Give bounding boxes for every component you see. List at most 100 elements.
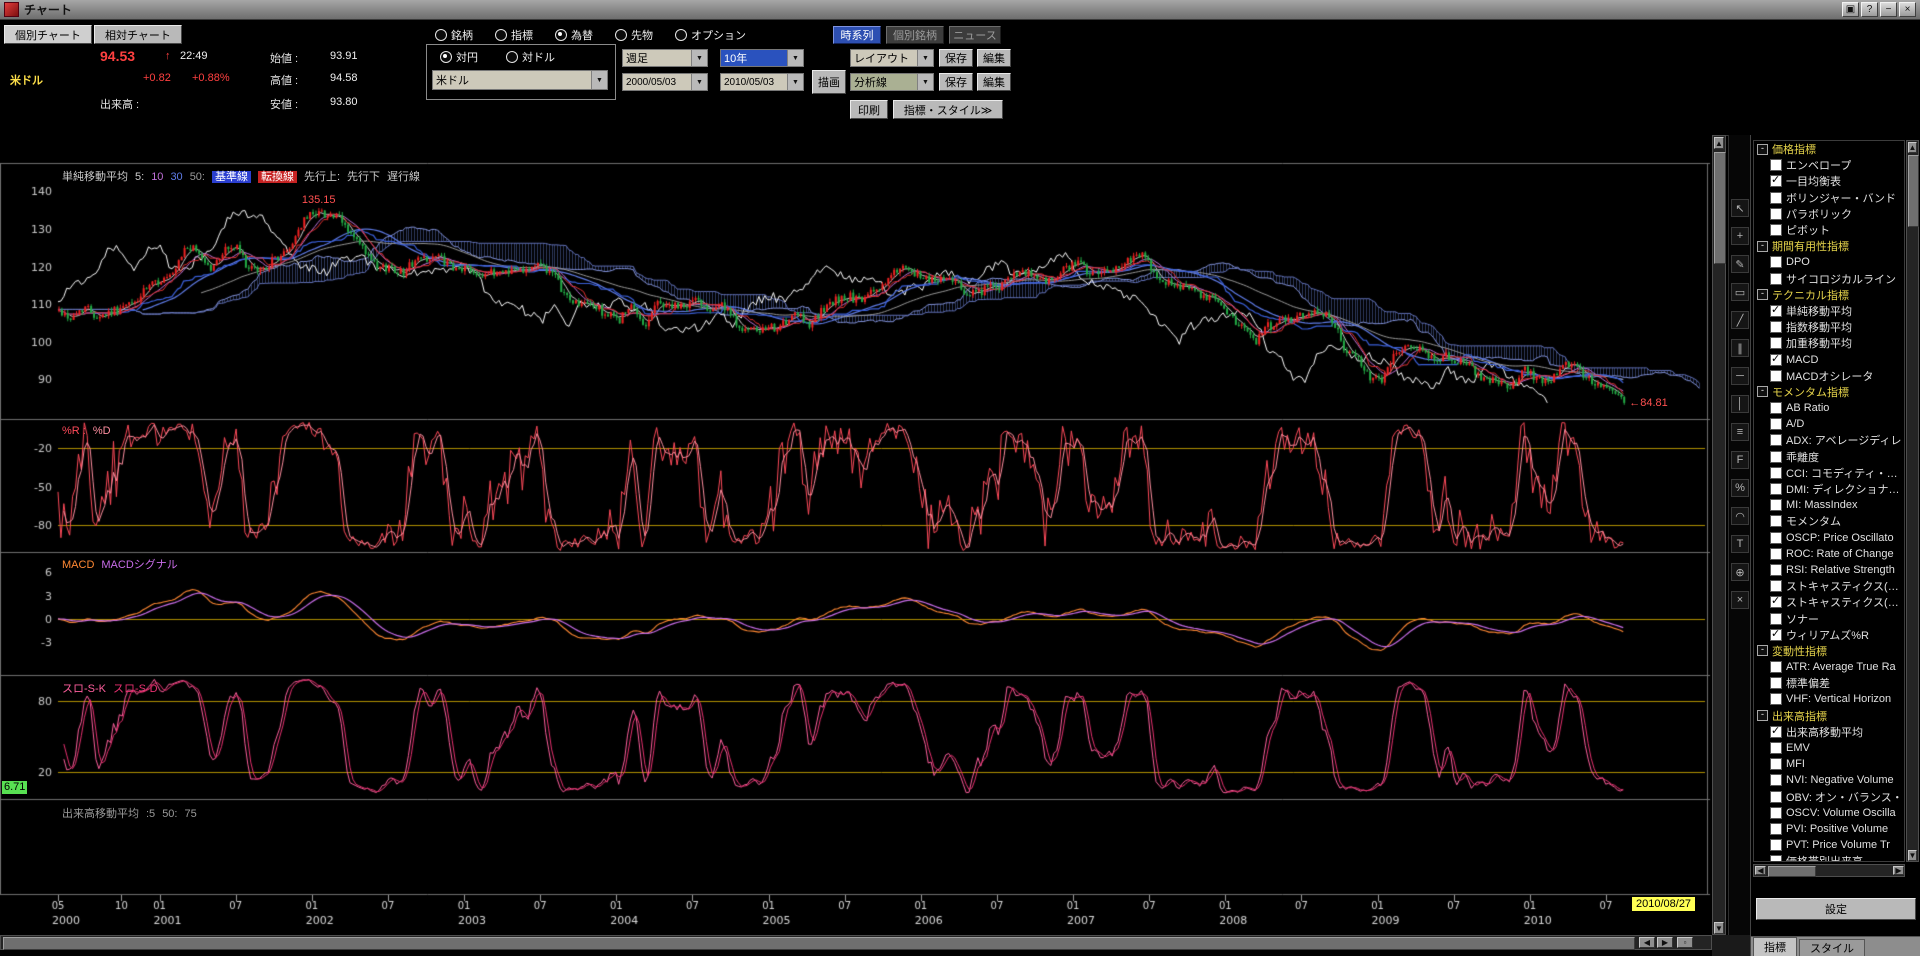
indicator-item-row[interactable]: ATR: Average True Ra bbox=[1754, 659, 1904, 675]
collapse-icon[interactable]: - bbox=[1757, 386, 1768, 397]
indicator-item-row[interactable]: VHF: Vertical Horizon bbox=[1754, 691, 1904, 707]
checkbox-checked-icon[interactable] bbox=[1770, 726, 1782, 738]
indicator-item-row[interactable]: OSCV: Volume Oscilla bbox=[1754, 805, 1904, 821]
checkbox-icon[interactable] bbox=[1770, 337, 1782, 349]
analysis-save-button[interactable]: 保存 bbox=[939, 73, 973, 91]
radio-pair-対円[interactable]: 対円 bbox=[440, 49, 478, 65]
symbol-select[interactable]: 米ドル ▼ bbox=[432, 70, 608, 90]
indicator-style-button[interactable]: 指標・スタイル≫ bbox=[893, 100, 1003, 119]
indicator-item-row[interactable]: 出来高移動平均 bbox=[1754, 724, 1904, 740]
scroll-left-button[interactable]: ◀ bbox=[1639, 937, 1655, 948]
indicator-item-row[interactable]: OBV: オン・バランス・ bbox=[1754, 789, 1904, 805]
checkbox-checked-icon[interactable] bbox=[1770, 596, 1782, 608]
indicator-group-row[interactable]: -出来高指標 bbox=[1754, 708, 1904, 724]
indicator-item-row[interactable]: 指数移動平均 bbox=[1754, 319, 1904, 335]
radio-asset-オプション[interactable]: オプション bbox=[675, 27, 746, 43]
scroll-right-button[interactable]: ▶ bbox=[1657, 937, 1673, 948]
date-from-select[interactable]: 2000/05/03 ▼ bbox=[622, 73, 708, 91]
checkbox-icon[interactable] bbox=[1770, 273, 1782, 285]
checkbox-icon[interactable] bbox=[1770, 693, 1782, 705]
checkbox-icon[interactable] bbox=[1770, 402, 1782, 414]
checkbox-icon[interactable] bbox=[1770, 742, 1782, 754]
parallel-lines-tool[interactable]: ∥ bbox=[1731, 339, 1749, 357]
text-tool[interactable]: T bbox=[1731, 535, 1749, 553]
help-button[interactable]: ? bbox=[1861, 2, 1878, 17]
indicator-item-row[interactable]: ソナー bbox=[1754, 610, 1904, 626]
chevron-down-icon[interactable]: ▼ bbox=[591, 71, 607, 89]
crosshair-tool[interactable]: + bbox=[1731, 227, 1749, 245]
indicator-item-row[interactable]: MACDオシレータ bbox=[1754, 368, 1904, 384]
checkbox-icon[interactable] bbox=[1770, 499, 1782, 511]
radio-asset-銘柄[interactable]: 銘柄 bbox=[435, 27, 473, 43]
indicator-item-row[interactable]: DPO bbox=[1754, 254, 1904, 270]
draw-button[interactable]: 描画 bbox=[812, 70, 846, 94]
checkbox-checked-icon[interactable] bbox=[1770, 354, 1782, 366]
indicator-item-row[interactable]: MACD bbox=[1754, 351, 1904, 367]
print-button[interactable]: 印刷 bbox=[850, 100, 888, 119]
collapse-icon[interactable]: - bbox=[1757, 241, 1768, 252]
indicator-group-row[interactable]: -モメンタム指標 bbox=[1754, 384, 1904, 400]
settings-button[interactable]: 設定 bbox=[1756, 898, 1916, 920]
period-select[interactable]: 週足 ▼ bbox=[622, 49, 708, 67]
indicator-item-row[interactable]: 標準偏差 bbox=[1754, 675, 1904, 691]
chart-horizontal-scrollbar[interactable]: ◀ ▶ ▫ bbox=[0, 935, 1712, 950]
trendline-tool[interactable]: ╱ bbox=[1731, 311, 1749, 329]
indicator-item-row[interactable]: 乖離度 bbox=[1754, 449, 1904, 465]
indicator-item-row[interactable]: MI: MassIndex bbox=[1754, 497, 1904, 513]
checkbox-checked-icon[interactable] bbox=[1770, 629, 1782, 641]
indicator-item-row[interactable]: サイコロジカルライン bbox=[1754, 271, 1904, 287]
pencil-tool[interactable]: ✎ bbox=[1731, 255, 1749, 273]
checkbox-icon[interactable] bbox=[1770, 823, 1782, 835]
tab-individual-chart[interactable]: 個別チャート bbox=[4, 25, 92, 44]
radio-pair-対ドル[interactable]: 対ドル bbox=[506, 49, 555, 65]
indicator-group-row[interactable]: -価格指標 bbox=[1754, 141, 1904, 157]
indicator-item-row[interactable]: A/D bbox=[1754, 416, 1904, 432]
indicator-item-row[interactable]: 加重移動平均 bbox=[1754, 335, 1904, 351]
list-scroll-left-button[interactable]: ◀ bbox=[1755, 866, 1766, 875]
individual-stock-button[interactable]: 個別銘柄 bbox=[886, 26, 944, 44]
checkbox-icon[interactable] bbox=[1770, 548, 1782, 560]
checkbox-icon[interactable] bbox=[1770, 791, 1782, 803]
checkbox-icon[interactable] bbox=[1770, 855, 1782, 862]
list-scroll-down-button[interactable]: ▼ bbox=[1908, 850, 1917, 861]
indicator-group-row[interactable]: -変動性指標 bbox=[1754, 643, 1904, 659]
percent-tool[interactable]: % bbox=[1731, 479, 1749, 497]
checkbox-icon[interactable] bbox=[1770, 515, 1782, 527]
indicator-item-row[interactable]: 単純移動平均 bbox=[1754, 303, 1904, 319]
indicator-item-row[interactable]: ウィリアムズ%R bbox=[1754, 627, 1904, 643]
indicator-item-row[interactable]: パラボリック bbox=[1754, 206, 1904, 222]
layout-save-button[interactable]: 保存 bbox=[939, 49, 973, 67]
list-scroll-right-button[interactable]: ▶ bbox=[1893, 866, 1904, 875]
scroll-down-button[interactable]: ▼ bbox=[1714, 922, 1724, 934]
chevron-down-icon[interactable]: ▼ bbox=[691, 74, 707, 90]
date-to-select[interactable]: 2010/05/03 ▼ bbox=[720, 73, 804, 91]
checkbox-icon[interactable] bbox=[1770, 661, 1782, 673]
eraser-tool[interactable]: ▭ bbox=[1731, 283, 1749, 301]
restore-button[interactable]: ▣ bbox=[1842, 2, 1859, 17]
checkbox-icon[interactable] bbox=[1770, 224, 1782, 236]
radio-asset-先物[interactable]: 先物 bbox=[615, 27, 653, 43]
checkbox-icon[interactable] bbox=[1770, 839, 1782, 851]
checkbox-icon[interactable] bbox=[1770, 532, 1782, 544]
tab-indicators[interactable]: 指標 bbox=[1753, 937, 1797, 956]
indicator-item-row[interactable]: PVI: Positive Volume bbox=[1754, 821, 1904, 837]
close-button[interactable]: × bbox=[1899, 2, 1916, 17]
radio-asset-為替[interactable]: 為替 bbox=[555, 27, 593, 43]
zoom-tool[interactable]: ⊕ bbox=[1731, 563, 1749, 581]
checkbox-icon[interactable] bbox=[1770, 434, 1782, 446]
minimize-button[interactable]: − bbox=[1880, 2, 1897, 17]
collapse-icon[interactable]: - bbox=[1757, 645, 1768, 656]
checkbox-icon[interactable] bbox=[1770, 159, 1782, 171]
checkbox-checked-icon[interactable] bbox=[1770, 175, 1782, 187]
chart-vertical-scrollbar[interactable]: ▲ ▼ bbox=[1712, 135, 1726, 935]
layout-select[interactable]: レイアウト ▼ bbox=[850, 49, 934, 67]
checkbox-icon[interactable] bbox=[1770, 807, 1782, 819]
checkbox-icon[interactable] bbox=[1770, 564, 1782, 576]
time-series-button[interactable]: 時系列 bbox=[833, 26, 881, 44]
collapse-icon[interactable]: - bbox=[1757, 144, 1768, 155]
indicator-item-row[interactable]: ピボット bbox=[1754, 222, 1904, 238]
indicator-item-row[interactable]: PVT: Price Volume Tr bbox=[1754, 837, 1904, 853]
pointer-tool[interactable]: ↖ bbox=[1731, 199, 1749, 217]
price-chart-canvas[interactable] bbox=[0, 135, 1712, 935]
checkbox-icon[interactable] bbox=[1770, 370, 1782, 382]
